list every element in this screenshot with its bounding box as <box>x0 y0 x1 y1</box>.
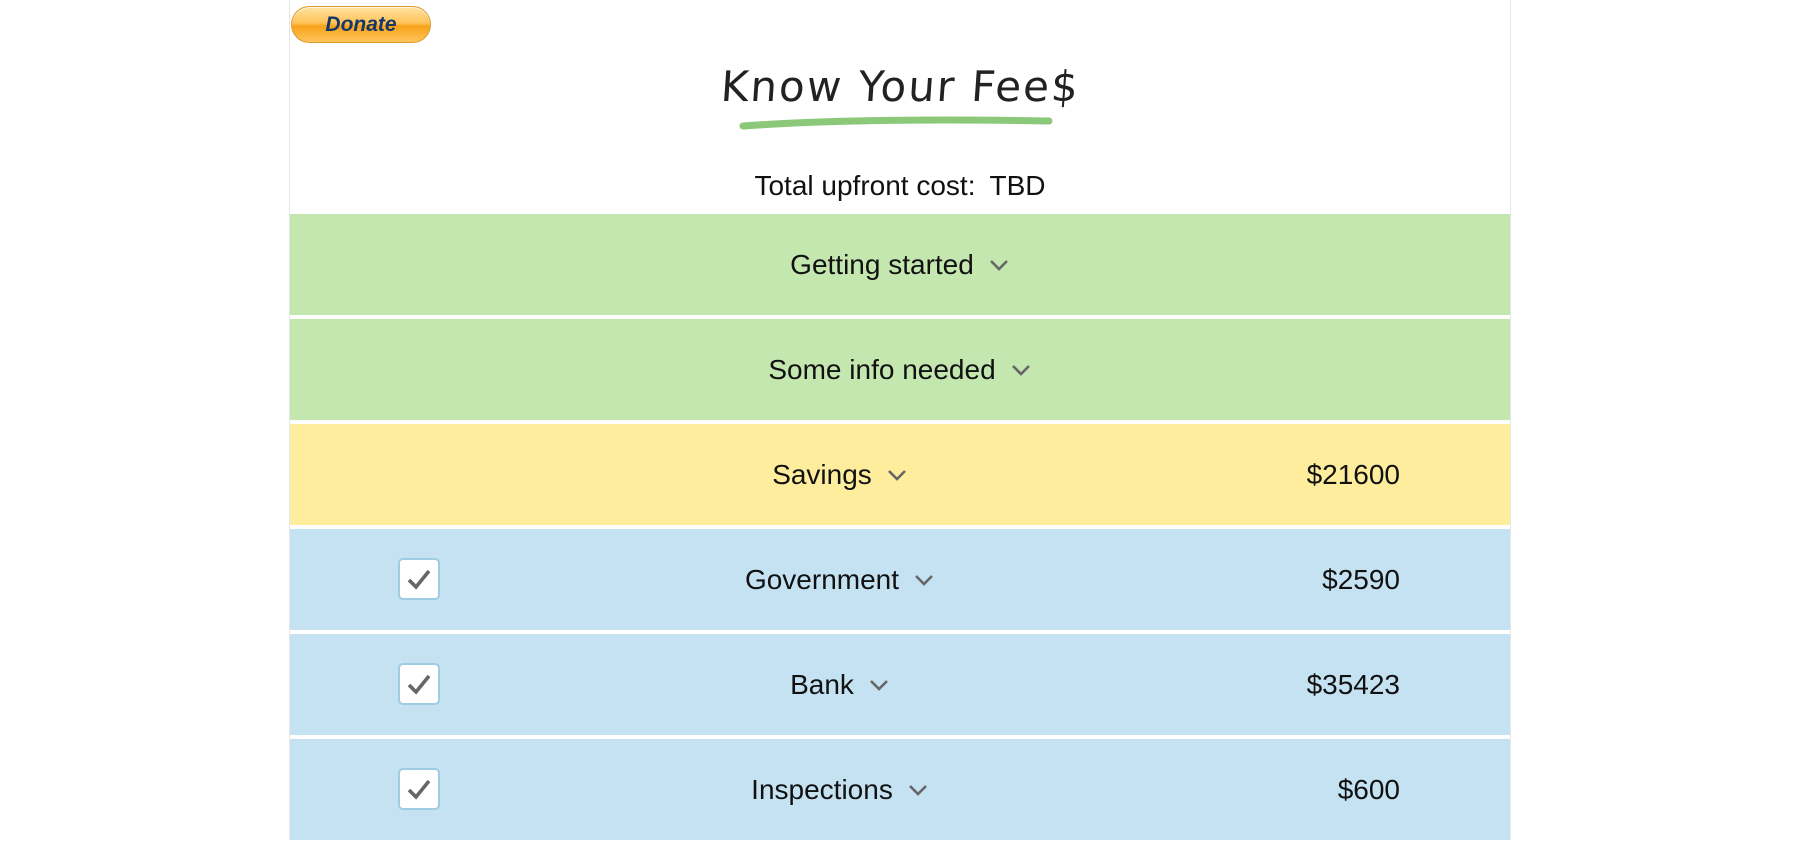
section-toggle-government[interactable]: Government <box>290 529 1390 630</box>
section-toggle-savings[interactable]: Savings <box>290 424 1390 525</box>
section-savings: Savings $21600 <box>290 424 1510 525</box>
title-wrap: Know Your Fee$ <box>290 62 1510 111</box>
chevron-down-icon <box>908 784 927 796</box>
section-amount: $21600 <box>1306 458 1400 490</box>
section-government: Government $2590 <box>290 529 1510 630</box>
page-title: Know Your Fee$ <box>718 62 1082 111</box>
section-some-info-needed: Some info needed <box>290 319 1510 420</box>
chevron-down-icon <box>887 469 906 481</box>
donate-button[interactable]: Donate <box>291 6 431 43</box>
chevron-down-icon <box>1011 364 1030 376</box>
section-toggle-bank[interactable]: Bank <box>290 634 1390 735</box>
section-label: Some info needed <box>768 353 996 385</box>
total-upfront-cost: Total upfront cost: TBD <box>290 170 1510 202</box>
sections-list: Getting started Some info needed Savings… <box>290 214 1510 844</box>
chevron-down-icon <box>869 679 888 691</box>
section-amount: $2590 <box>1322 563 1400 595</box>
app-container: Donate Know Your Fee$ Total upfront cost… <box>289 0 1511 840</box>
section-bank: Bank $35423 <box>290 634 1510 735</box>
total-value: TBD <box>989 170 1046 201</box>
section-toggle-getting-started[interactable]: Getting started <box>290 214 1510 315</box>
section-getting-started: Getting started <box>290 214 1510 315</box>
section-label: Government <box>744 563 900 595</box>
chevron-down-icon <box>989 259 1008 271</box>
section-inspections: Inspections $600 <box>290 739 1510 840</box>
total-label: Total upfront cost: <box>754 170 976 201</box>
title-underline <box>739 116 1053 130</box>
chevron-down-icon <box>915 574 933 586</box>
section-label: Bank <box>790 668 854 700</box>
section-amount: $600 <box>1337 773 1400 805</box>
section-toggle-inspections[interactable]: Inspections <box>290 739 1390 840</box>
section-label: Savings <box>772 458 872 490</box>
section-label: Getting started <box>790 248 974 280</box>
section-amount: $35423 <box>1306 668 1400 700</box>
section-label: Inspections <box>751 773 893 805</box>
section-toggle-some-info-needed[interactable]: Some info needed <box>290 319 1510 420</box>
